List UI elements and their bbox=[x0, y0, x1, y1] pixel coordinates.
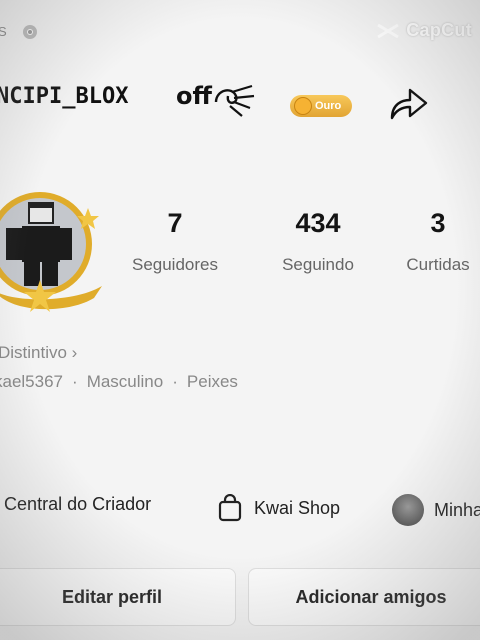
swirl-icon bbox=[214, 84, 255, 117]
zodiac: Peixes bbox=[186, 372, 238, 391]
kwai-shop-link[interactable]: Kwai Shop bbox=[218, 494, 340, 522]
capcut-label: CapCut bbox=[406, 20, 472, 40]
stat-followers[interactable]: 7 Seguidores bbox=[130, 208, 220, 275]
my-link[interactable]: Minha bbox=[392, 494, 480, 526]
avatar-image[interactable] bbox=[0, 172, 106, 322]
capcut-watermark: CapCut bbox=[376, 20, 472, 41]
status-bar: S CapCut bbox=[0, 0, 480, 60]
creator-center-link[interactable]: ● Central do Criador bbox=[0, 494, 151, 515]
edit-profile-button[interactable]: Editar perfil bbox=[0, 568, 236, 626]
my-label: Minha bbox=[434, 499, 480, 520]
capcut-logo-icon bbox=[377, 23, 399, 38]
likes-label: Curtidas bbox=[406, 255, 470, 274]
username-suffix: off bbox=[176, 82, 212, 110]
profile-info: kael5367 · Masculino · Peixes bbox=[0, 372, 238, 392]
status-char: S bbox=[0, 24, 7, 39]
dot-icon: · bbox=[172, 372, 178, 391]
followers-label: Seguidores bbox=[131, 255, 218, 274]
user-id: kael5367 bbox=[0, 372, 64, 391]
level-badge[interactable]: Ouro bbox=[290, 95, 352, 117]
username: NCIPI_BLOX bbox=[0, 84, 129, 109]
stat-following[interactable]: 434 Seguindo bbox=[268, 208, 368, 275]
following-count: 434 bbox=[295, 208, 341, 238]
shopping-bag-icon bbox=[218, 494, 242, 522]
gender: Masculino bbox=[86, 372, 164, 391]
followers-count: 7 bbox=[167, 208, 183, 238]
badge-link[interactable]: Distintivo › bbox=[0, 343, 77, 363]
stat-likes[interactable]: 3 Curtidas bbox=[398, 208, 478, 275]
chrome-icon bbox=[23, 25, 37, 39]
creator-center-label: Central do Criador bbox=[4, 494, 152, 514]
dot-icon: · bbox=[72, 372, 78, 391]
likes-count: 3 bbox=[430, 208, 446, 238]
kwai-shop-label: Kwai Shop bbox=[254, 497, 341, 518]
mini-avatar bbox=[392, 494, 424, 526]
shortcut-row: ● Central do Criador Kwai Shop Minha bbox=[0, 490, 480, 526]
share-icon[interactable] bbox=[388, 86, 430, 122]
add-friends-button[interactable]: Adicionar amigos bbox=[248, 568, 480, 626]
badge-label: Ouro bbox=[315, 100, 342, 112]
following-label: Seguindo bbox=[282, 255, 354, 274]
coin-icon bbox=[294, 97, 312, 115]
